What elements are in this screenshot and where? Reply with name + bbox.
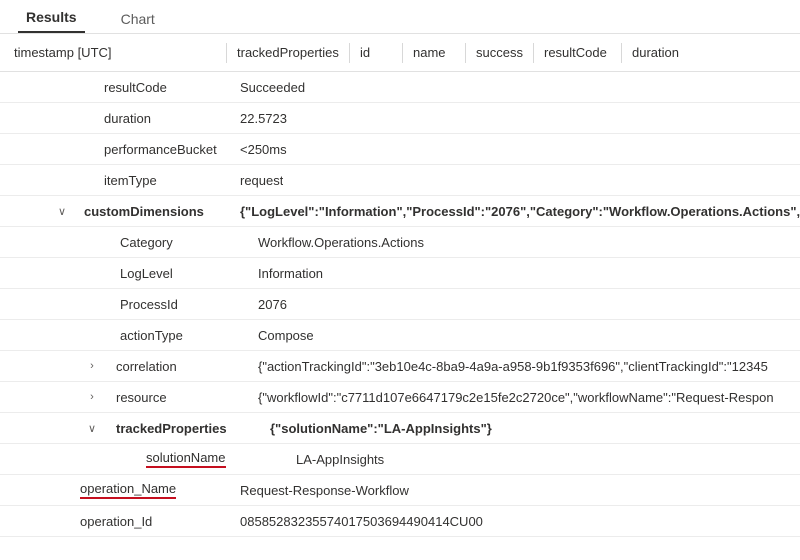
col-timestamp[interactable]: timestamp [UTC] — [14, 45, 224, 60]
val-resultCode: Succeeded — [240, 80, 305, 95]
column-header-row: timestamp [UTC] trackedProperties id nam… — [0, 34, 800, 72]
tabs-bar: Results Chart — [0, 0, 800, 34]
val-solutionName: LA-AppInsights — [296, 452, 384, 467]
key-resource: resource — [116, 390, 167, 405]
key-operation_Name: operation_Name — [80, 481, 176, 499]
row-resource[interactable]: › resource {"workflowId":"c7711d107e6647… — [0, 382, 800, 413]
val-performanceBucket: <250ms — [240, 142, 287, 157]
val-customDimensions: {"LogLevel":"Information","ProcessId":"2… — [240, 204, 800, 219]
val-operation_Id: 08585283235574017503694490414CU00 — [240, 514, 483, 529]
row-operation_Name[interactable]: operation_Name Request-Response-Workflow — [0, 475, 800, 506]
val-Category: Workflow.Operations.Actions — [258, 235, 424, 250]
row-operation_Id[interactable]: operation_Id 085852832355740175036944904… — [0, 506, 800, 537]
val-trackedProperties: {"solutionName":"LA-AppInsights"} — [270, 421, 492, 436]
row-duration[interactable]: duration 22.5723 — [0, 103, 800, 134]
chevron-right-icon[interactable]: › — [86, 360, 102, 372]
row-actionType[interactable]: actionType Compose — [0, 320, 800, 351]
col-trackedProperties[interactable]: trackedProperties — [237, 45, 347, 60]
row-performanceBucket[interactable]: performanceBucket <250ms — [0, 134, 800, 165]
row-itemType[interactable]: itemType request — [0, 165, 800, 196]
key-actionType: actionType — [120, 328, 183, 343]
col-duration[interactable]: duration — [632, 45, 691, 60]
val-duration: 22.5723 — [240, 111, 287, 126]
col-id[interactable]: id — [360, 45, 400, 60]
key-trackedProperties: trackedProperties — [116, 421, 227, 436]
col-resultCode[interactable]: resultCode — [544, 45, 619, 60]
val-resource: {"workflowId":"c7711d107e6647179c2e15fe2… — [258, 390, 774, 405]
key-solutionName: solutionName — [146, 450, 226, 468]
key-itemType: itemType — [104, 173, 157, 188]
val-correlation: {"actionTrackingId":"3eb10e4c-8ba9-4a9a-… — [258, 359, 768, 374]
tab-chart[interactable]: Chart — [113, 5, 163, 33]
key-Category: Category — [120, 235, 173, 250]
row-solutionName[interactable]: solutionName LA-AppInsights — [0, 444, 800, 475]
results-grid: resultCode Succeeded duration 22.5723 pe… — [0, 72, 800, 537]
row-customDimensions[interactable]: ∨ customDimensions {"LogLevel":"Informat… — [0, 196, 800, 227]
row-trackedProperties[interactable]: ∨ trackedProperties {"solutionName":"LA-… — [0, 413, 800, 444]
chevron-right-icon[interactable]: › — [86, 391, 102, 403]
key-LogLevel: LogLevel — [120, 266, 173, 281]
row-LogLevel[interactable]: LogLevel Information — [0, 258, 800, 289]
row-correlation[interactable]: › correlation {"actionTrackingId":"3eb10… — [0, 351, 800, 382]
row-resultCode[interactable]: resultCode Succeeded — [0, 72, 800, 103]
key-resultCode: resultCode — [104, 80, 167, 95]
key-operation_Id: operation_Id — [80, 514, 152, 529]
key-correlation: correlation — [116, 359, 177, 374]
val-ProcessId: 2076 — [258, 297, 287, 312]
val-operation_Name: Request-Response-Workflow — [240, 483, 409, 498]
chevron-down-icon[interactable]: ∨ — [56, 205, 72, 218]
key-ProcessId: ProcessId — [120, 297, 178, 312]
key-performanceBucket: performanceBucket — [104, 142, 217, 157]
col-success[interactable]: success — [476, 45, 531, 60]
val-actionType: Compose — [258, 328, 314, 343]
tab-results[interactable]: Results — [18, 3, 85, 33]
val-itemType: request — [240, 173, 283, 188]
val-LogLevel: Information — [258, 266, 323, 281]
key-customDimensions: customDimensions — [84, 204, 204, 219]
row-ProcessId[interactable]: ProcessId 2076 — [0, 289, 800, 320]
key-duration: duration — [104, 111, 151, 126]
row-Category[interactable]: Category Workflow.Operations.Actions — [0, 227, 800, 258]
col-name[interactable]: name — [413, 45, 463, 60]
chevron-down-icon[interactable]: ∨ — [86, 422, 102, 435]
